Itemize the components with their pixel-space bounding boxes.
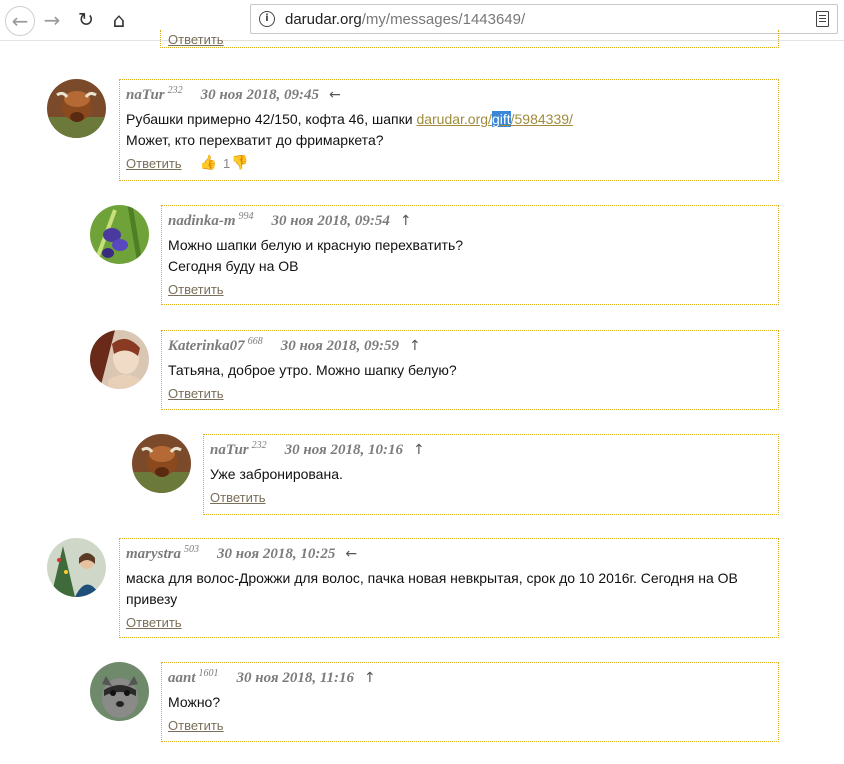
parent-arrow-icon[interactable]: ↑ [400, 213, 412, 229]
comment-date[interactable]: 30 ноя 2018, 10:16 [285, 442, 403, 458]
author-score: 503 [184, 544, 200, 555]
comment: naTur 232 30 ноя 2018, 09:45 ← Рубашки прим… [47, 79, 779, 181]
reply-link[interactable]: Ответить [210, 490, 266, 505]
reply-link[interactable]: Ответить [168, 718, 224, 733]
reply-link[interactable]: Ответить [168, 282, 224, 297]
comment-box: naTur 232 30 ноя 2018, 09:45 ← Рубашки прим… [119, 79, 779, 181]
thumbs-down-icon[interactable]: 👎 [231, 155, 248, 171]
avatar[interactable] [90, 205, 149, 264]
thumbs-up-icon[interactable]: 👍 [200, 155, 217, 171]
like-count: 1 [223, 155, 231, 171]
parent-arrow-icon[interactable]: ↑ [413, 442, 425, 458]
info-icon[interactable]: i [259, 11, 275, 27]
comment-text-line: Сегодня буду на ОВ [168, 258, 299, 274]
comment: Katerinka07 668 30 ноя 2018, 09:59 ↑ Татьян… [90, 330, 779, 410]
gift-link-part: /5984339/ [510, 111, 573, 127]
parent-arrow-icon[interactable]: ← [345, 546, 357, 562]
comment-date[interactable]: 30 ноя 2018, 09:54 [272, 213, 390, 229]
previous-comment-box: Ответить [160, 30, 779, 48]
author-name[interactable]: marystra [126, 546, 181, 563]
parent-arrow-icon[interactable]: ← [329, 87, 341, 103]
comment-text-line: Можно? [168, 694, 221, 710]
comment: marystra 503 30 ноя 2018, 10:25 ← маска для… [47, 538, 779, 638]
comment-text: Можно? [168, 692, 772, 713]
back-icon[interactable]: ← [5, 6, 35, 36]
reply-link[interactable]: Ответить [126, 615, 182, 630]
reply-link[interactable]: Ответить [168, 32, 224, 47]
comment-box: nadinka-m 994 30 ноя 2018, 09:54 ↑ Можно ша… [161, 205, 779, 305]
author-name[interactable]: Katerinka07 [168, 338, 245, 355]
url-path: /my/messages/1443649/ [361, 11, 526, 28]
reader-view-icon[interactable] [816, 11, 829, 27]
comment: naTur 232 30 ноя 2018, 10:16 ↑ Уже забронир… [132, 434, 779, 515]
comment-text-line: привезу [126, 591, 178, 607]
comment-text-line: Рубашки примерно 42/150, кофта 46, шапки [126, 111, 417, 127]
comment-box: naTur 232 30 ноя 2018, 10:16 ↑ Уже забронир… [203, 434, 779, 515]
comment-text: Уже забронирована. [210, 464, 772, 485]
comment-date[interactable]: 30 ноя 2018, 10:25 [217, 546, 335, 562]
avatar[interactable] [90, 662, 149, 721]
gift-link[interactable]: darudar.org/gift/5984339/ [416, 111, 573, 127]
comment-date[interactable]: 30 ноя 2018, 11:16 [237, 670, 355, 686]
author-name[interactable]: aant [168, 670, 196, 687]
comment-text-line: Татьяна, доброе утро. Можно шапку белую? [168, 362, 457, 378]
comment-date[interactable]: 30 ноя 2018, 09:59 [281, 338, 399, 354]
comment-text: Рубашки примерно 42/150, кофта 46, шапки… [126, 109, 772, 151]
comment-text-line: Может, кто перехватит до фримаркета? [126, 132, 384, 148]
author-score: 994 [238, 211, 254, 222]
author-score: 232 [251, 440, 267, 451]
gift-link-selected: gift [491, 111, 511, 127]
parent-arrow-icon[interactable]: ↑ [364, 670, 376, 686]
avatar[interactable] [90, 330, 149, 389]
author-name[interactable]: naTur [210, 442, 249, 459]
comment-text: Татьяна, доброе утро. Можно шапку белую? [168, 360, 772, 381]
author-name[interactable]: naTur [126, 87, 165, 104]
avatar[interactable] [47, 538, 106, 597]
comment-text: маска для волос-Дрожжи для волос, пачка … [126, 568, 772, 610]
comment-text-line: Можно шапки белую и красную перехватить? [168, 237, 464, 253]
comment-text-line: Уже забронирована. [210, 466, 343, 482]
url-domain: darudar.org [285, 11, 362, 28]
author-score: 1601 [198, 668, 219, 679]
forward-icon[interactable]: → [38, 6, 66, 34]
parent-arrow-icon[interactable]: ↑ [409, 338, 421, 354]
comment-date[interactable]: 30 ноя 2018, 09:45 [201, 87, 319, 103]
comment-box: aant 1601 30 ноя 2018, 11:16 ↑ Можно? Ответ… [161, 662, 779, 742]
avatar[interactable] [47, 79, 106, 138]
comment: nadinka-m 994 30 ноя 2018, 09:54 ↑ Можно ша… [90, 205, 779, 305]
gift-link-part: darudar.org/ [416, 111, 492, 127]
author-score: 232 [167, 85, 183, 96]
reply-link[interactable]: Ответить [126, 156, 182, 171]
comment-text-line: маска для волос-Дрожжи для волос, пачка … [126, 570, 738, 586]
comment-text: Можно шапки белую и красную перехватить?… [168, 235, 772, 277]
reply-link[interactable]: Ответить [168, 386, 224, 401]
home-icon[interactable]: ⌂ [105, 6, 133, 34]
url-text[interactable]: darudar.org/my/messages/1443649/ [285, 11, 525, 28]
author-name[interactable]: nadinka-m [168, 213, 236, 230]
comment-box: marystra 503 30 ноя 2018, 10:25 ← маска для… [119, 538, 779, 638]
comment-box: Katerinka07 668 30 ноя 2018, 09:59 ↑ Татьян… [161, 330, 779, 410]
author-score: 668 [247, 336, 263, 347]
reload-icon[interactable]: ↻ [72, 6, 100, 34]
comment: aant 1601 30 ноя 2018, 11:16 ↑ Можно? Ответ… [90, 662, 779, 742]
avatar[interactable] [132, 434, 191, 493]
